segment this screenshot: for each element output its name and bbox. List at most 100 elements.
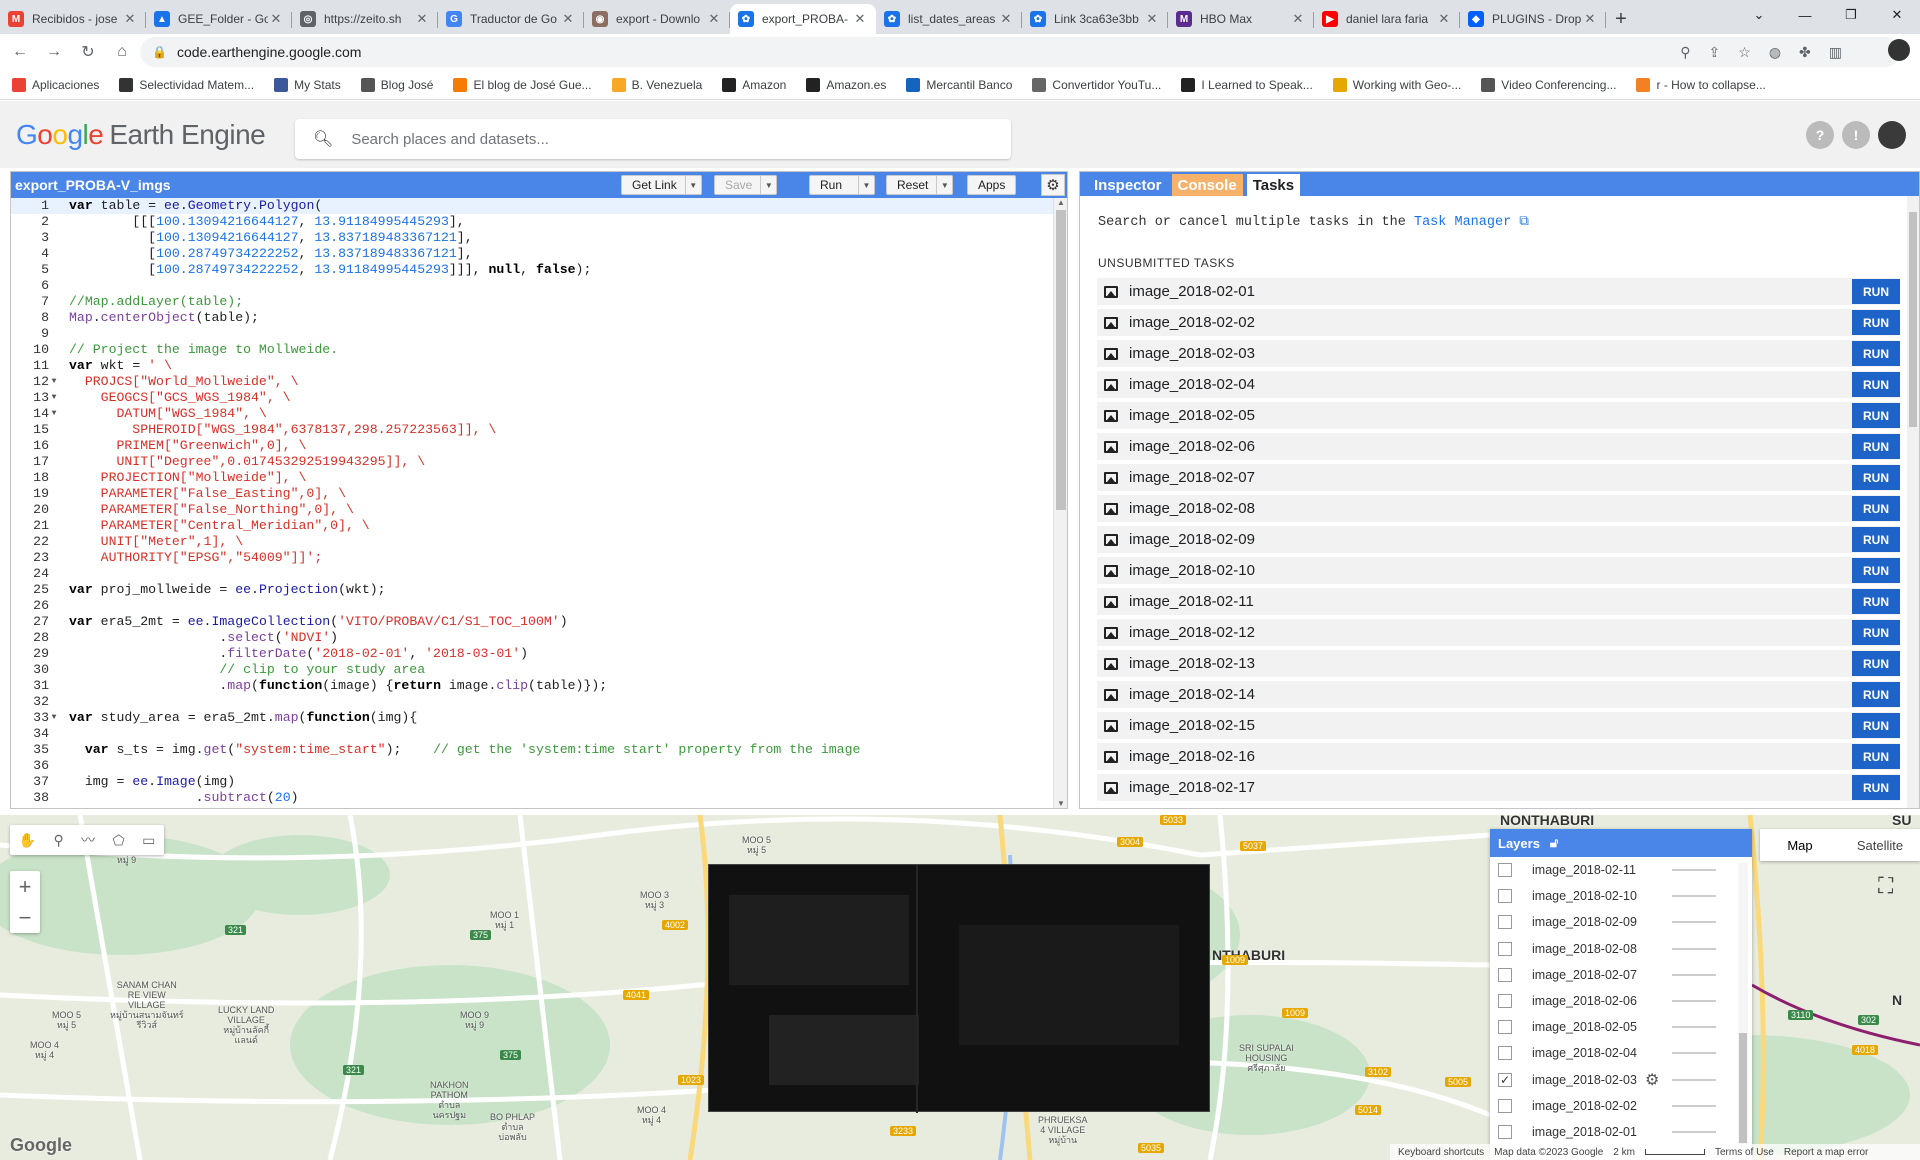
bookmark-item[interactable]: r - How to collapse... xyxy=(1636,77,1766,92)
opacity-slider[interactable] xyxy=(1672,1078,1716,1081)
fold-arrow-icon[interactable]: ▼ xyxy=(49,374,59,390)
code-line[interactable]: 29 .filterDate('2018-02-01', '2018-03-01… xyxy=(11,646,1055,662)
close-tab-icon[interactable]: ✕ xyxy=(1290,11,1306,27)
browser-tab[interactable]: ✿ Link 3ca63e3bb ✕ xyxy=(1022,4,1168,34)
layer-row[interactable]: image_2018-02-09 xyxy=(1490,909,1752,935)
close-tab-icon[interactable]: ✕ xyxy=(560,11,576,27)
code-line[interactable]: 9 xyxy=(11,326,1055,342)
fold-arrow-icon[interactable]: ▼ xyxy=(49,406,59,422)
browser-tab[interactable]: ◎ https://zeito.sh ✕ xyxy=(292,4,438,34)
task-row[interactable]: image_2018-02-01 RUN xyxy=(1097,278,1900,305)
user-avatar[interactable] xyxy=(1878,121,1906,149)
close-tab-icon[interactable]: ✕ xyxy=(1582,11,1598,27)
layer-row[interactable]: image_2018-02-01 xyxy=(1490,1119,1752,1145)
browser-tab[interactable]: ✿ export_PROBA- ✕ xyxy=(730,4,876,34)
code-line[interactable]: 18 PROJECTION["Mollweide"], \ xyxy=(11,470,1055,486)
code-line[interactable]: 7 //Map.addLayer(table); xyxy=(11,294,1055,310)
map-view[interactable]: NONTHABURI MOO 5 หมู่ 5 MOO 9 หมู่ 9 MOO 3 … xyxy=(0,815,1920,1160)
browser-tab[interactable]: ▲ GEE_Folder - Go ✕ xyxy=(146,4,292,34)
task-row[interactable]: image_2018-02-05 RUN xyxy=(1097,402,1900,429)
map-type-map[interactable]: Map xyxy=(1760,829,1840,861)
layer-checkbox[interactable] xyxy=(1498,1020,1512,1035)
scale-label[interactable]: 2 km xyxy=(1613,1147,1635,1158)
tasks-scrollbar[interactable] xyxy=(1907,196,1919,808)
code-line[interactable]: 11 var wkt = ' \ xyxy=(11,358,1055,374)
task-run-button[interactable]: RUN xyxy=(1852,620,1900,645)
code-line[interactable]: 6 xyxy=(11,278,1055,294)
code-line[interactable]: 14 ▼ DATUM["WGS_1984", \ xyxy=(11,406,1055,422)
bookmark-item[interactable]: Amazon.es xyxy=(806,77,886,92)
report-map-error-link[interactable]: Report a map error xyxy=(1784,1147,1868,1158)
task-run-button[interactable]: RUN xyxy=(1852,589,1900,614)
code-line[interactable]: 1 var table = ee.Geometry.Polygon( xyxy=(11,198,1055,214)
close-window-button[interactable]: ✕ xyxy=(1874,0,1920,30)
browser-tab[interactable]: ◉ export - Downlo ✕ xyxy=(584,4,730,34)
browser-tab[interactable]: M Recibidos - jose ✕ xyxy=(0,4,146,34)
opacity-slider[interactable] xyxy=(1672,1052,1716,1055)
task-row[interactable]: image_2018-02-03 RUN xyxy=(1097,340,1900,367)
bookmark-item[interactable]: Convertidor YouTu... xyxy=(1032,77,1161,92)
bookmark-item[interactable]: I Learned to Speak... xyxy=(1181,77,1313,92)
scroll-down-icon[interactable]: ▼ xyxy=(1057,799,1065,808)
close-tab-icon[interactable]: ✕ xyxy=(1144,11,1160,27)
tab-console[interactable]: Console xyxy=(1171,174,1243,196)
code-line[interactable]: 16 PRIMEM["Greenwich",0], \ xyxy=(11,438,1055,454)
code-line[interactable]: 34 xyxy=(11,726,1055,742)
task-run-button[interactable]: RUN xyxy=(1852,403,1900,428)
home-button[interactable]: ⌂ xyxy=(108,38,136,66)
get-link-button[interactable]: Get Link ▼ xyxy=(621,175,702,195)
bookmark-item[interactable]: Video Conferencing... xyxy=(1481,77,1616,92)
code-line[interactable]: 33 ▼ var study_area = era5_2mt.map(functio… xyxy=(11,710,1055,726)
code-line[interactable]: 38 .subtract(20) xyxy=(11,790,1055,806)
opacity-slider[interactable] xyxy=(1672,1130,1716,1133)
opacity-slider[interactable] xyxy=(1672,947,1716,950)
code-line[interactable]: 3 [100.13094216644127, 13.83718948336712… xyxy=(11,230,1055,246)
task-run-button[interactable]: RUN xyxy=(1852,496,1900,521)
draw-line-icon[interactable]: 〰 xyxy=(81,830,95,850)
task-run-button[interactable]: RUN xyxy=(1852,310,1900,335)
close-tab-icon[interactable]: ✕ xyxy=(998,11,1014,27)
close-tab-icon[interactable]: ✕ xyxy=(414,11,430,27)
share-icon[interactable]: ⇪ xyxy=(1709,44,1721,61)
layer-row[interactable]: image_2018-02-07 xyxy=(1490,962,1752,988)
code-line[interactable]: 31 .map(function(image) {return image.cl… xyxy=(11,678,1055,694)
feedback-icon[interactable]: ! xyxy=(1842,121,1870,149)
terms-of-use-link[interactable]: Terms of Use xyxy=(1715,1147,1774,1158)
bookmark-item[interactable]: B. Venezuela xyxy=(611,77,702,92)
chevron-down-icon[interactable]: ▼ xyxy=(858,176,874,194)
code-line[interactable]: 17 UNIT["Degree",0.017453292519943295]],… xyxy=(11,454,1055,470)
task-run-button[interactable]: RUN xyxy=(1852,465,1900,490)
code-line[interactable]: 21 PARAMETER["Central_Meridian",0], \ xyxy=(11,518,1055,534)
bookmark-item[interactable]: El blog de José Gue... xyxy=(453,77,592,92)
task-run-button[interactable]: RUN xyxy=(1852,279,1900,304)
external-link-icon[interactable]: ⧉ xyxy=(1519,215,1529,230)
task-run-button[interactable]: RUN xyxy=(1852,372,1900,397)
task-row[interactable]: image_2018-02-15 RUN xyxy=(1097,712,1900,739)
task-row[interactable]: image_2018-02-07 RUN xyxy=(1097,464,1900,491)
layer-checkbox[interactable] xyxy=(1498,941,1512,956)
task-manager-link[interactable]: Task Manager xyxy=(1414,215,1511,230)
code-line[interactable]: 26 xyxy=(11,598,1055,614)
scrollbar-thumb[interactable] xyxy=(1056,210,1066,510)
layer-gear-icon[interactable]: ⚙ xyxy=(1645,1070,1659,1090)
task-run-button[interactable]: RUN xyxy=(1852,434,1900,459)
bookmark-item[interactable]: Blog José xyxy=(360,77,433,92)
layer-checkbox[interactable] xyxy=(1498,1046,1512,1061)
layer-checkbox[interactable] xyxy=(1498,1124,1512,1139)
code-line[interactable]: 35 var s_ts = img.get("system:time_start… xyxy=(11,742,1055,758)
task-row[interactable]: image_2018-02-06 RUN xyxy=(1097,433,1900,460)
task-run-button[interactable]: RUN xyxy=(1852,341,1900,366)
draw-shape-icon[interactable]: ⬠ xyxy=(113,832,125,849)
task-run-button[interactable]: RUN xyxy=(1852,775,1900,800)
run-button[interactable]: Run ▼ xyxy=(809,175,875,195)
close-tab-icon[interactable]: ✕ xyxy=(268,11,284,27)
apps-button[interactable]: Apps xyxy=(967,175,1017,195)
extensions-icon[interactable]: ✤ xyxy=(1799,44,1811,61)
close-tab-icon[interactable]: ✕ xyxy=(706,11,722,27)
layer-checkbox[interactable] xyxy=(1498,994,1512,1009)
opacity-slider[interactable] xyxy=(1672,869,1716,871)
code-line[interactable]: 4 [100.28749734222252, 13.83718948336712… xyxy=(11,246,1055,262)
layer-row[interactable]: image_2018-02-10 xyxy=(1490,883,1752,909)
code-line[interactable]: 19 PARAMETER["False_Easting",0], \ xyxy=(11,486,1055,502)
opacity-slider[interactable] xyxy=(1672,895,1716,898)
